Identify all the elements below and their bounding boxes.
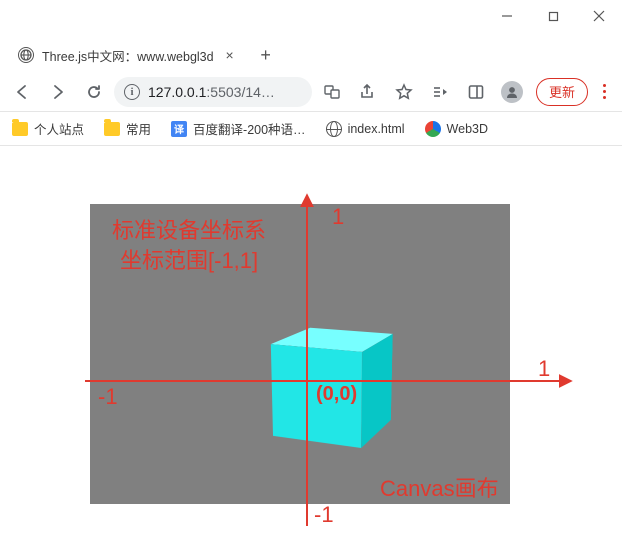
bookmark-label: index.html: [348, 122, 405, 136]
url-text: 127.0.0.1:5503/14…: [148, 84, 275, 100]
folder-icon: [104, 122, 120, 136]
window-close-button[interactable]: [576, 0, 622, 32]
globe-icon: [18, 47, 34, 63]
media-control-icon[interactable]: [424, 76, 456, 108]
translate-favicon-icon: 译: [171, 121, 187, 137]
bookmark-label: 个人站点: [34, 119, 84, 138]
site-info-icon[interactable]: i: [124, 84, 140, 100]
back-button[interactable]: [6, 76, 38, 108]
page-viewport: 标准设备坐标系 坐标范围[-1,1] (0,0) 1 -1 1 -1 Canva…: [0, 146, 622, 556]
bookmark-star-icon[interactable]: [388, 76, 420, 108]
window-maximize-button[interactable]: [530, 0, 576, 32]
forward-button[interactable]: [42, 76, 74, 108]
cube-mesh: [288, 338, 380, 430]
browser-toolbar: i 127.0.0.1:5503/14… 更新: [0, 72, 622, 112]
share-icon[interactable]: [352, 76, 384, 108]
bookmark-item[interactable]: 个人站点: [6, 115, 90, 142]
bookmark-item[interactable]: 常用: [98, 115, 157, 142]
update-button[interactable]: 更新: [536, 78, 588, 106]
side-panel-icon[interactable]: [460, 76, 492, 108]
browser-tabstrip: Three.js中文网：www.webgl3d × +: [0, 32, 622, 72]
bookmark-label: 百度翻译-200种语…: [193, 119, 306, 138]
bookmarks-bar: 个人站点 常用 译 百度翻译-200种语… index.html Web3D: [0, 112, 622, 146]
globe-icon: [326, 121, 342, 137]
profile-avatar[interactable]: [496, 76, 528, 108]
reload-button[interactable]: [78, 76, 110, 108]
window-minimize-button[interactable]: [484, 0, 530, 32]
new-tab-button[interactable]: +: [252, 41, 280, 69]
address-bar[interactable]: i 127.0.0.1:5503/14…: [114, 77, 312, 107]
folder-icon: [12, 122, 28, 136]
bookmark-item[interactable]: 译 百度翻译-200种语…: [165, 115, 312, 142]
x-pos-label: 1: [538, 356, 550, 381]
bookmark-item[interactable]: index.html: [320, 117, 411, 141]
tab-title: Three.js中文网：www.webgl3d: [42, 46, 214, 65]
browser-tab-active[interactable]: Three.js中文网：www.webgl3d ×: [8, 38, 248, 72]
bookmark-item[interactable]: Web3D: [419, 117, 494, 141]
bookmark-label: Web3D: [447, 122, 488, 136]
y-neg-label: -1: [314, 502, 334, 527]
tab-close-button[interactable]: ×: [222, 47, 238, 63]
bookmark-label: 常用: [126, 119, 151, 138]
kebab-menu-icon[interactable]: [592, 76, 616, 108]
web3d-favicon-icon: [425, 121, 441, 137]
translate-icon[interactable]: [316, 76, 348, 108]
